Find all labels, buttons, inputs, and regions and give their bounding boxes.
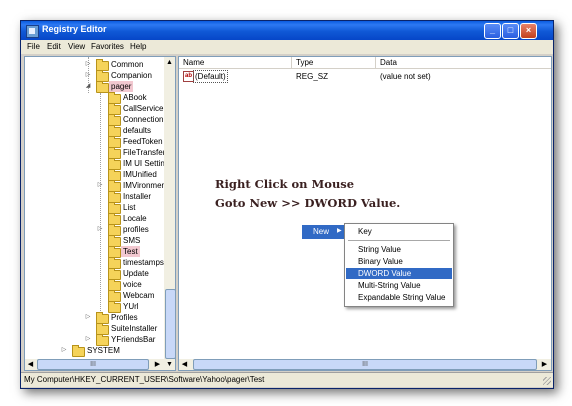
tree-horizontal-scrollbar[interactable]: ◀ III ▶ (25, 359, 164, 370)
values-hscroll-thumb[interactable]: III (193, 359, 537, 370)
menu-item-label: String Value (358, 245, 401, 254)
menu-item-expandable-string-value[interactable]: Expandable String Value (346, 292, 452, 303)
menu-item-label: Key (358, 227, 372, 236)
status-bar: My Computer\HKEY_CURRENT_USER\Software\Y… (21, 372, 553, 387)
tree-item-label: Profiles (111, 313, 138, 322)
thumb-grip: III (90, 361, 96, 368)
submenu-arrow-icon: ▶ (337, 228, 342, 234)
collapse-icon[interactable]: ◢ (85, 83, 91, 90)
menu-bar: File Edit View Favorites Help (21, 40, 553, 54)
context-menu-new[interactable]: New ▶ (302, 225, 346, 239)
menu-item-label: Binary Value (358, 257, 403, 266)
tree-item-label: defaults (123, 126, 152, 135)
column-divider[interactable] (375, 57, 376, 68)
tree-hscroll-thumb[interactable]: III (37, 359, 149, 370)
expand-icon[interactable]: ▷ (85, 61, 91, 68)
tree-item-label: voice (123, 280, 142, 289)
tree-item-label: YFriendsBar (111, 335, 156, 344)
menu-item-dword-value[interactable]: DWORD Value (346, 268, 452, 279)
expand-icon[interactable]: ▷ (85, 336, 91, 343)
tree-item-label: IM UI Settin (123, 159, 165, 168)
value-name: (Default) (193, 70, 228, 83)
scroll-left-arrow-icon[interactable]: ◀ (25, 359, 36, 370)
tree-item-label: CallService (123, 104, 164, 113)
menu-separator (348, 240, 450, 241)
column-type-header[interactable]: Type (296, 57, 313, 68)
column-name-header[interactable]: Name (183, 57, 204, 68)
tree-item-label: ABook (123, 93, 147, 102)
window-title: Registry Editor (42, 24, 107, 34)
tree-scroll-thumb[interactable] (165, 289, 175, 359)
tree-item-label: Connection (123, 115, 164, 124)
tree-item-label: Installer (123, 192, 152, 201)
tree-item-label: YUrl (123, 302, 139, 311)
tree-item-label: pager (109, 81, 134, 92)
scroll-right-arrow-icon[interactable]: ▶ (539, 359, 550, 370)
tree-item-label: SuiteInstaller (111, 324, 158, 333)
expand-icon[interactable]: ▷ (85, 314, 91, 321)
instruction-line-1: Right Click on Mouse (215, 177, 355, 191)
key-tree-pane[interactable]: ▷ Common ▷ Companion ◢ pager ABook CallS… (24, 56, 176, 371)
tree-item-label: timestamps (123, 258, 164, 267)
tree-item-label: List (123, 203, 136, 212)
menu-item-key[interactable]: Key (346, 226, 452, 237)
instruction-line-2: Goto New >> DWORD Value. (215, 196, 401, 210)
scroll-right-arrow-icon[interactable]: ▶ (152, 359, 163, 370)
thumb-grip: III (362, 361, 368, 368)
menu-item-label: Multi-String Value (358, 281, 421, 290)
expand-icon[interactable]: ▷ (97, 182, 103, 189)
menu-item-binary-value[interactable]: Binary Value (346, 256, 452, 267)
menu-item-label: Expandable String Value (358, 293, 446, 302)
tree-item-label: IMUnified (123, 170, 157, 179)
minimize-button[interactable]: _ (484, 23, 501, 39)
tree-item-label: Companion (111, 71, 152, 80)
tree-item-label: Webcam (123, 291, 155, 300)
folder-icon (72, 345, 85, 357)
tree-item-label: profiles (123, 225, 149, 234)
values-pane[interactable]: Name Type Data ab (Default) REG_SZ (valu… (178, 56, 552, 371)
registry-editor-icon (26, 25, 39, 38)
tree-item-label: FileTransfer (123, 148, 166, 157)
menu-file[interactable]: File (27, 42, 40, 51)
menu-item-multi-string-value[interactable]: Multi-String Value (346, 280, 452, 291)
column-data-header[interactable]: Data (380, 57, 397, 68)
menu-edit[interactable]: Edit (47, 42, 61, 51)
value-type: REG_SZ (296, 72, 329, 81)
tree-item-label: Locale (123, 214, 147, 223)
expand-icon[interactable]: ▷ (61, 347, 67, 354)
menu-view[interactable]: View (68, 42, 85, 51)
value-data: (value not set) (380, 72, 431, 81)
title-bar[interactable]: Registry Editor _ □ × (21, 21, 553, 40)
scroll-up-arrow-icon[interactable]: ▲ (164, 57, 175, 68)
menu-item-string-value[interactable]: String Value (346, 244, 452, 255)
menu-item-label: DWORD Value (358, 269, 412, 278)
expand-icon[interactable]: ▷ (97, 226, 103, 233)
expand-icon[interactable]: ▷ (85, 72, 91, 79)
values-horizontal-scrollbar[interactable]: ◀ III ▶ (179, 359, 551, 370)
list-header (179, 57, 551, 69)
maximize-button[interactable]: □ (502, 23, 519, 39)
column-divider[interactable] (291, 57, 292, 68)
new-submenu: Key String Value Binary Value DWORD Valu… (344, 223, 454, 307)
tree-line (100, 93, 101, 335)
tree-item-label: Test (121, 246, 140, 257)
tree-item-label: Update (123, 269, 149, 278)
menu-help[interactable]: Help (130, 42, 146, 51)
scroll-down-arrow-icon[interactable]: ▼ (164, 359, 175, 370)
tree-item-label: SMS (123, 236, 141, 245)
tree-item-label: FeedToken (123, 137, 163, 146)
scroll-left-arrow-icon[interactable]: ◀ (179, 359, 190, 370)
tree-item-label: Common (111, 60, 144, 69)
tree-item-label: IMVironment (123, 181, 169, 190)
close-button[interactable]: × (520, 23, 537, 39)
registry-editor-window: Registry Editor _ □ × File Edit View Fav… (20, 20, 554, 389)
resize-grip-icon[interactable] (543, 377, 551, 385)
menu-favorites[interactable]: Favorites (91, 42, 124, 51)
new-label: New (313, 227, 330, 236)
tree-item-label: SYSTEM (87, 346, 120, 355)
status-path: My Computer\HKEY_CURRENT_USER\Software\Y… (24, 375, 265, 384)
